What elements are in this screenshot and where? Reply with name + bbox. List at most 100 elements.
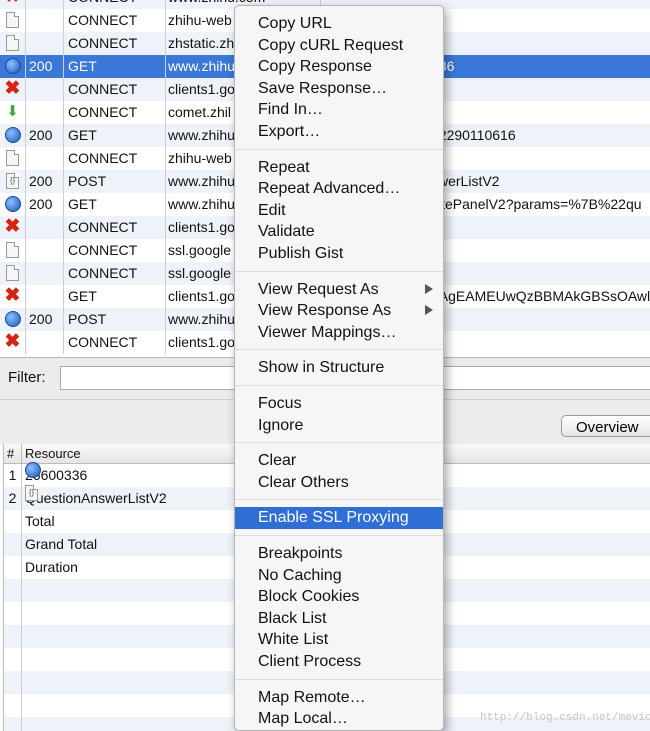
request-status: 200: [26, 55, 64, 78]
menu-item-publish-gist[interactable]: Publish Gist: [235, 243, 443, 264]
request-status: [26, 262, 64, 285]
menu-item-save-response[interactable]: Save Response…: [235, 78, 443, 99]
request-status: [26, 239, 64, 262]
request-status: [26, 0, 64, 9]
resource-row-number: [4, 671, 22, 694]
globe-icon: [4, 127, 21, 144]
request-status: [26, 331, 64, 354]
down-arrow-icon: ⬇: [6, 103, 19, 121]
menu-item-repeat[interactable]: Repeat: [235, 157, 443, 178]
request-status: [26, 147, 64, 170]
menu-item-ignore[interactable]: Ignore: [235, 415, 443, 436]
request-method: CONNECT: [64, 101, 166, 124]
resource-row-name: Total: [25, 510, 55, 533]
request-icon-cell: [0, 124, 26, 147]
menu-item-view-response-as[interactable]: View Response As: [235, 300, 443, 321]
menu-separator: [235, 678, 443, 680]
resource-row-number: [4, 625, 22, 648]
menu-item-clear[interactable]: Clear: [235, 450, 443, 471]
context-menu: Copy URL Copy cURL Request Copy Response Sa…: [234, 5, 444, 731]
x-icon: ✖: [4, 78, 21, 100]
menu-item-map-remote[interactable]: Map Remote…: [235, 687, 443, 708]
request-icon-cell: ⬇: [0, 101, 26, 124]
menu-item-label: Export…: [258, 123, 321, 140]
menu-item-clear-others[interactable]: Clear Others: [235, 472, 443, 493]
menu-item-view-request-as[interactable]: View Request As: [235, 279, 443, 300]
menu-item-copy-url[interactable]: Copy URL: [235, 13, 443, 34]
resource-row-number: [4, 694, 22, 717]
request-status: 200: [26, 193, 64, 216]
request-status: [26, 285, 64, 308]
request-icon-cell: ✖: [0, 0, 26, 9]
menu-item-client-process[interactable]: Client Process: [235, 651, 443, 672]
menu-item-label: No Caching: [258, 566, 342, 584]
menu-item-find-in[interactable]: Find In…: [235, 99, 443, 120]
document-icon: [6, 12, 19, 29]
menu-item-label: Edit: [258, 201, 286, 219]
menu-item-export[interactable]: Export…: [235, 121, 443, 142]
menu-item-viewer-mappings[interactable]: Viewer Mappings…: [235, 322, 443, 343]
request-method: CONNECT: [64, 262, 166, 285]
watermark: http://blog.csdn.net/mevicky: [480, 712, 650, 724]
column-header-number[interactable]: #: [7, 444, 14, 463]
request-icon-cell: [0, 262, 26, 285]
menu-item-label: Breakpoints: [258, 545, 343, 562]
menu-item-breakpoints[interactable]: Breakpoints: [235, 543, 443, 564]
resource-row-number: [4, 579, 22, 602]
tab-overview[interactable]: Overview: [561, 415, 650, 437]
menu-item-label: Save Response…: [258, 79, 387, 97]
menu-item-label: Find In…: [258, 101, 323, 119]
menu-item-show-in-structure[interactable]: Show in Structure: [235, 357, 443, 378]
menu-item-edit[interactable]: Edit: [235, 200, 443, 221]
menu-item-map-local[interactable]: Map Local…: [235, 708, 443, 729]
resource-row-number: [4, 533, 22, 556]
menu-item-focus[interactable]: Focus: [235, 393, 443, 414]
submenu-arrow-icon: [425, 305, 433, 316]
request-status: [26, 216, 64, 239]
request-status: [26, 78, 64, 101]
menu-separator: [235, 349, 443, 351]
menu-item-copy-curl-request[interactable]: Copy cURL Request: [235, 35, 443, 56]
x-icon: ✖: [4, 331, 21, 353]
globe-icon: [4, 58, 21, 75]
document-icon: [6, 35, 19, 52]
menu-separator: [235, 148, 443, 150]
menu-item-label: White List: [258, 631, 329, 649]
menu-item-label: Publish Gist: [258, 245, 344, 262]
document-brace-icon: {}: [6, 173, 19, 190]
request-status: 200: [26, 124, 64, 147]
x-icon: ✖: [5, 0, 21, 6]
menu-item-repeat-advanced[interactable]: Repeat Advanced…: [235, 178, 443, 199]
menu-item-copy-response[interactable]: Copy Response: [235, 56, 443, 77]
request-icon-cell: [0, 9, 26, 32]
resource-row-label: Total: [25, 513, 55, 529]
globe-icon: [25, 462, 41, 478]
x-icon: ✖: [4, 285, 21, 307]
request-icon-cell: [0, 308, 26, 331]
menu-item-block-cookies[interactable]: Block Cookies: [235, 586, 443, 607]
menu-item-label: Repeat: [258, 158, 310, 176]
menu-item-white-list[interactable]: White List: [235, 629, 443, 650]
menu-item-enable-ssl-proxying[interactable]: Enable SSL Proxying: [235, 507, 443, 530]
menu-item-validate[interactable]: Validate: [235, 221, 443, 242]
submenu-arrow-icon: [425, 283, 433, 294]
request-method: CONNECT: [64, 239, 166, 262]
request-icon-cell: [0, 32, 26, 55]
column-header-resource[interactable]: Resource: [21, 444, 81, 463]
request-method: CONNECT: [64, 32, 166, 55]
request-status: [26, 32, 64, 55]
resource-row-number: [4, 602, 22, 625]
resource-row-number: [4, 648, 22, 671]
request-icon-cell: ✖: [0, 78, 26, 101]
menu-item-no-caching[interactable]: No Caching: [235, 565, 443, 586]
menu-item-black-list[interactable]: Black List: [235, 608, 443, 629]
menu-item-label: Validate: [258, 223, 315, 241]
menu-separator: [235, 442, 443, 444]
menu-item-label: Focus: [258, 395, 302, 412]
filter-label: Filter:: [8, 369, 46, 386]
resource-row-number: [4, 717, 22, 731]
request-method: GET: [64, 285, 166, 308]
document-brace-icon: {}: [25, 485, 38, 501]
resource-row-name: 26600336: [25, 462, 87, 487]
request-method: CONNECT: [64, 78, 166, 101]
